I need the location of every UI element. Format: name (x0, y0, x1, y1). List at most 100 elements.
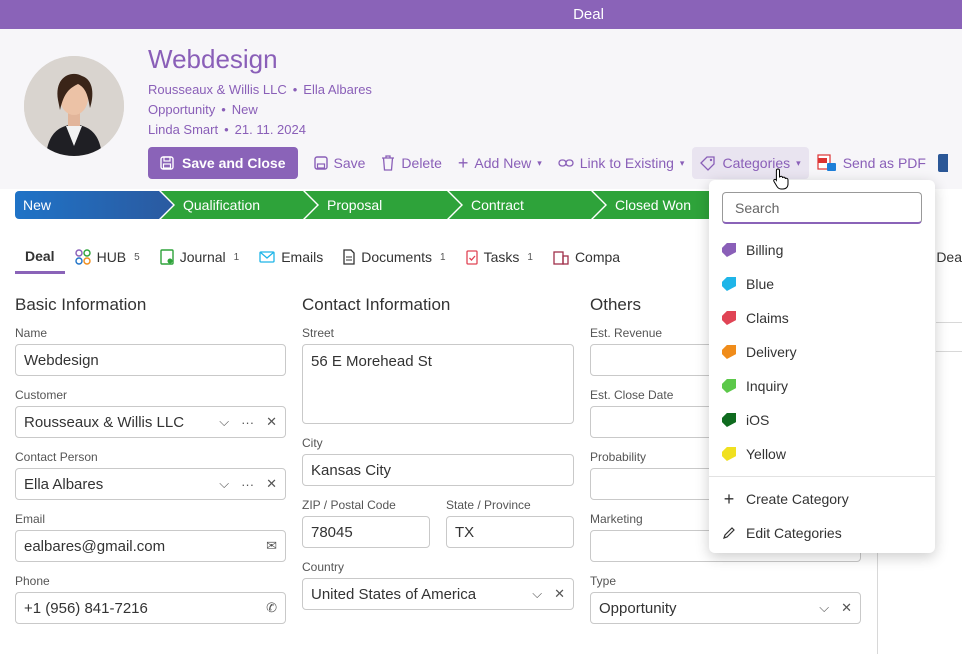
add-new-button[interactable]: + Add New ▾ (450, 147, 550, 179)
tab-tasks[interactable]: Tasks 1 (456, 240, 543, 274)
deal-date: 21. 11. 2024 (234, 122, 306, 137)
journal-icon (160, 249, 174, 265)
tab-label: Tasks (483, 249, 520, 265)
save-and-close-label: Save and Close (182, 155, 286, 171)
document-icon (343, 249, 355, 265)
country-value: United States of America (311, 585, 477, 603)
stage-qualification[interactable]: Qualification (161, 191, 317, 219)
link-icon (558, 159, 574, 167)
city-value: Kansas City (311, 461, 392, 479)
side-panel-row (936, 322, 962, 352)
tab-label: HUB (96, 249, 127, 265)
tab-count: 1 (527, 251, 533, 263)
category-label: iOS (746, 412, 770, 428)
deal-status: New (231, 102, 258, 117)
avatar (24, 56, 124, 156)
hub-icon (74, 249, 91, 265)
email-value: ealbares@gmail.com (24, 537, 166, 555)
delete-button[interactable]: Delete (373, 147, 449, 179)
word-icon[interactable] (937, 154, 948, 172)
save-and-close-button[interactable]: Save and Close (148, 147, 298, 179)
company-link[interactable]: Rousseaux & Willis LLC (148, 82, 287, 97)
tag-icon (722, 277, 736, 291)
close-icon[interactable]: ✕ (841, 600, 852, 616)
contact-person-label: Contact Person (15, 450, 98, 464)
customer-value: Rousseaux & Willis LLC (24, 413, 185, 431)
category-item-yellow[interactable]: Yellow (722, 442, 786, 466)
category-item-claims[interactable]: Claims (722, 306, 789, 330)
city-field[interactable]: Kansas City (302, 454, 574, 486)
tasks-icon (465, 250, 478, 265)
name-label: Name (15, 326, 48, 340)
tag-icon (722, 379, 736, 393)
stage-new[interactable]: New (15, 191, 173, 219)
category-search-input[interactable]: Search (722, 192, 922, 224)
more-icon[interactable]: ··· (241, 415, 254, 430)
close-icon[interactable]: ✕ (266, 414, 277, 430)
category-label: Billing (746, 242, 784, 258)
stage-label: New (23, 197, 52, 213)
state-field[interactable]: TX (446, 516, 574, 548)
tag-icon (722, 345, 736, 359)
close-icon[interactable]: ✕ (554, 586, 565, 602)
name-field[interactable]: Webdesign (15, 344, 286, 376)
categories-button[interactable]: Categories ▾ (692, 147, 809, 179)
save-label: Save (333, 155, 366, 171)
send-as-pdf-button[interactable]: Send as PDF (809, 147, 934, 179)
more-icon[interactable]: ··· (241, 477, 254, 492)
email-label: Email (15, 512, 46, 526)
country-label: Country (302, 560, 345, 574)
tab-label: Emails (281, 249, 324, 265)
window-title: Deal (573, 6, 604, 23)
create-category-button[interactable]: + Create Category (722, 487, 849, 511)
street-field[interactable]: 56 E Morehead St (302, 344, 574, 424)
zip-field[interactable]: 78045 (302, 516, 430, 548)
tab-journal[interactable]: Journal 1 (150, 240, 249, 274)
contact-link[interactable]: Ella Albares (303, 82, 372, 97)
edit-categories-button[interactable]: Edit Categories (722, 521, 842, 545)
phone-field[interactable]: +1 (956) 841-7216 ✆ (15, 592, 286, 624)
category-label: Inquiry (746, 378, 789, 394)
deal-title: Webdesign (148, 44, 278, 74)
trash-icon (382, 155, 395, 171)
chevron-down-icon[interactable]: ⌵ (219, 476, 229, 492)
close-icon[interactable]: ✕ (266, 476, 277, 492)
category-item-delivery[interactable]: Delivery (722, 340, 797, 364)
chevron-down-icon[interactable]: ⌵ (532, 586, 542, 602)
link-to-existing-button[interactable]: Link to Existing ▾ (550, 147, 693, 179)
zip-value: 78045 (311, 523, 353, 541)
tab-deal[interactable]: Deal (15, 240, 65, 274)
mail-icon[interactable]: ✉ (266, 538, 277, 554)
category-item-inquiry[interactable]: Inquiry (722, 374, 788, 398)
email-field[interactable]: ealbares@gmail.com ✉ (15, 530, 286, 562)
street-label: Street (302, 326, 335, 340)
stage-proposal[interactable]: Proposal (305, 191, 461, 219)
type-field[interactable]: Opportunity ⌵ ✕ (590, 592, 861, 624)
chevron-down-icon[interactable]: ⌵ (219, 414, 229, 430)
contact-person-value: Ella Albares (24, 475, 104, 493)
stage-contract[interactable]: Contract (449, 191, 605, 219)
tab-documents[interactable]: Documents 1 (333, 240, 455, 274)
separator-dot: • (224, 122, 229, 137)
tab-label: Documents (361, 249, 433, 265)
edit-categories-label: Edit Categories (746, 525, 842, 541)
stage-label: Closed Won (615, 197, 692, 213)
customer-field[interactable]: Rousseaux & Willis LLC ⌵ ··· ✕ (15, 406, 286, 438)
category-item-billing[interactable]: Billing (722, 238, 783, 262)
category-item-ios[interactable]: iOS (722, 408, 769, 432)
deal-owner: Linda Smart (148, 122, 219, 137)
street-value: 56 E Morehead St (311, 353, 432, 370)
tab-hub[interactable]: HUB 5 (65, 240, 150, 274)
phone-icon[interactable]: ✆ (266, 600, 277, 616)
contact-person-field[interactable]: Ella Albares ⌵ ··· ✕ (15, 468, 286, 500)
save-button[interactable]: Save (306, 147, 374, 179)
tab-companies[interactable]: Compa (543, 240, 630, 274)
chevron-down-icon[interactable]: ⌵ (819, 600, 829, 616)
category-label: Claims (746, 310, 789, 326)
tab-emails[interactable]: Emails (249, 240, 333, 274)
search-placeholder: Search (735, 199, 780, 216)
country-field[interactable]: United States of America ⌵ ✕ (302, 578, 574, 610)
category-item-blue[interactable]: Blue (722, 272, 774, 296)
city-label: City (302, 436, 323, 450)
add-new-label: Add New (474, 155, 532, 171)
